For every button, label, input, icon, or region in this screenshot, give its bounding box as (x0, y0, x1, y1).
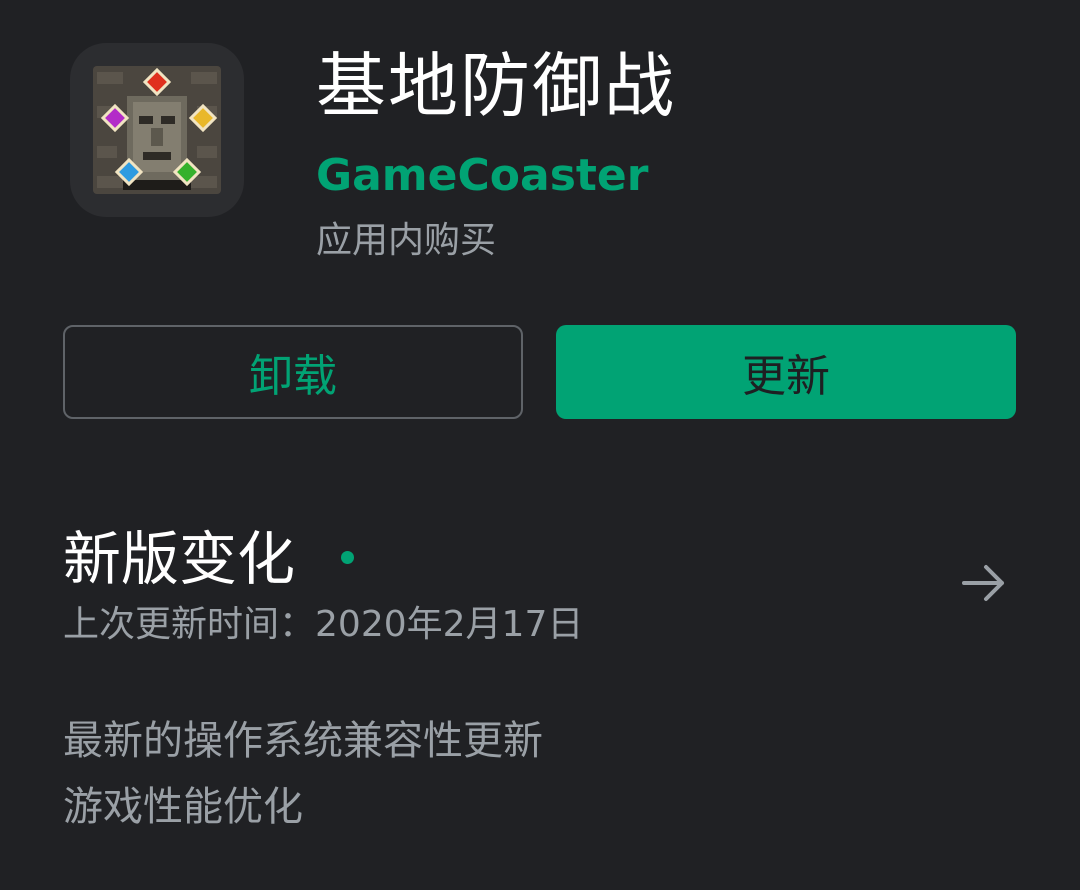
release-notes: 最新的操作系统兼容性更新 游戏性能优化 (63, 708, 543, 840)
new-indicator-dot (341, 551, 354, 564)
app-icon (70, 43, 244, 217)
developer-link[interactable]: GameCoaster (316, 148, 648, 204)
release-note-line: 最新的操作系统兼容性更新 (63, 718, 543, 764)
last-updated-label: 上次更新时间： (63, 604, 316, 645)
app-details-page: 基地防御战 GameCoaster 应用内购买 卸载 更新 新版变化 上次更新时… (0, 0, 1080, 890)
app-icon-image (93, 66, 221, 194)
whats-new-section[interactable]: 新版变化 上次更新时间：2020年2月17日 (63, 515, 1023, 655)
uninstall-button-label: 卸载 (249, 351, 337, 402)
release-note-line: 游戏性能优化 (63, 784, 303, 830)
update-button-label: 更新 (742, 351, 830, 402)
app-title: 基地防御战 (316, 45, 676, 127)
last-updated-line: 上次更新时间：2020年2月17日 (63, 599, 583, 651)
arrow-right-icon[interactable] (960, 559, 1008, 607)
whats-new-title: 新版变化 (63, 525, 296, 593)
last-updated-date: 2020年2月17日 (315, 604, 584, 645)
uninstall-button[interactable]: 卸载 (63, 325, 523, 419)
stone-totem-icon (93, 66, 221, 194)
update-button[interactable]: 更新 (556, 325, 1016, 419)
in-app-purchase-note: 应用内购买 (316, 220, 497, 261)
